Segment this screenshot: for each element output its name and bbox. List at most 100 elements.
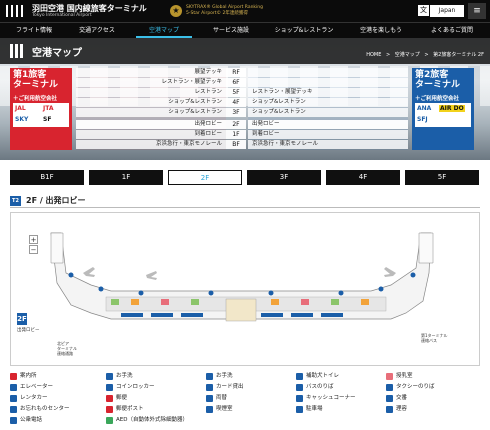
hero-title-bar: 空港マップ HOME > 空港マップ > 第2旅客ターミナル 2F bbox=[0, 38, 490, 64]
shop-block[interactable] bbox=[191, 299, 199, 305]
gate-marker[interactable] bbox=[208, 290, 214, 296]
hero-banner: 空港マップ HOME > 空港マップ > 第2旅客ターミナル 2F 第1旅客 タ… bbox=[0, 38, 490, 160]
shop-block[interactable] bbox=[271, 299, 279, 305]
checkin-counter[interactable] bbox=[321, 313, 343, 317]
floor-t1-label: レストラン bbox=[76, 88, 226, 97]
police-icon bbox=[386, 395, 393, 402]
gate-marker[interactable] bbox=[378, 286, 384, 292]
floor-row-4f[interactable]: ショップ&レストラン 4F ショップ&レストラン bbox=[76, 98, 408, 108]
jta-logo: JTA bbox=[43, 105, 54, 112]
shop-block[interactable] bbox=[131, 299, 139, 305]
lost-found-icon bbox=[10, 406, 17, 413]
aircraft-icon bbox=[384, 267, 396, 277]
zoom-out-button[interactable]: − bbox=[29, 245, 38, 254]
terminal-1-panel[interactable]: 第1旅客 ターミナル ＋ご利用航空会社 JAL JTA SKY SF bbox=[10, 68, 72, 150]
floor-indicator: 2F bbox=[17, 313, 27, 325]
elevator-icon bbox=[10, 384, 17, 391]
shop-block[interactable] bbox=[301, 299, 309, 305]
nav-item-flight-info[interactable]: フライト情報 bbox=[4, 23, 64, 39]
shop-block[interactable] bbox=[361, 299, 369, 305]
award-line-2: 5-Star Airport© 2年連続獲得 bbox=[186, 11, 248, 16]
floor-row-3f[interactable]: ショップ&レストラン 3F ショップ&レストラン bbox=[76, 108, 408, 118]
checkin-counter[interactable] bbox=[121, 313, 143, 317]
breadcrumb-airport-map[interactable]: 空港マップ bbox=[395, 52, 420, 58]
floor-t1-label: 展望デッキ bbox=[76, 68, 226, 77]
tab-b1f[interactable]: B1F bbox=[10, 170, 84, 185]
language-button[interactable]: Japan bbox=[430, 5, 464, 17]
info-icon bbox=[10, 373, 17, 380]
sfj-logo: SFJ bbox=[417, 116, 428, 123]
floor-row-5f[interactable]: レストラン 5F レストラン・展望デッキ bbox=[76, 88, 408, 98]
gate-marker[interactable] bbox=[410, 272, 416, 278]
map-label-shuttle: 第1ターミナル 連絡バス bbox=[421, 333, 448, 343]
parking-icon bbox=[296, 406, 303, 413]
map-label-north-pier: 北ピア ターミナル 連絡通路 bbox=[57, 341, 77, 356]
checkin-counter[interactable] bbox=[291, 313, 313, 317]
floor-row-2f[interactable]: 出発ロビー 2F 出発ロビー bbox=[76, 120, 408, 130]
floor-t2-label: 到着ロビー bbox=[248, 130, 408, 139]
section-header: T2 2F / 出発ロビー bbox=[10, 194, 480, 208]
floor-t2-label: レストラン・展望デッキ bbox=[248, 88, 408, 97]
floor-row-1f[interactable]: 到着ロビー 1F 到着ロビー bbox=[76, 130, 408, 140]
gate-marker[interactable] bbox=[138, 290, 144, 296]
floor-t2-label: 京浜急行・東京モノレール bbox=[248, 140, 408, 149]
nav-item-faq[interactable]: よくあるご質問 bbox=[418, 23, 486, 39]
aed-icon bbox=[106, 417, 113, 424]
floor-t2-label bbox=[248, 78, 408, 87]
shop-block[interactable] bbox=[331, 299, 339, 305]
zoom-in-button[interactable]: + bbox=[29, 235, 38, 244]
tab-2f[interactable]: 2F bbox=[168, 170, 242, 185]
floor-list: 展望デッキ RF レストラン・展望デッキ 6F レストラン 5F レストラン・展… bbox=[76, 68, 408, 150]
nav-item-access[interactable]: 交通アクセス bbox=[64, 23, 130, 39]
exchange-icon bbox=[206, 395, 213, 402]
tab-4f[interactable]: 4F bbox=[326, 170, 400, 185]
terminal-2-panel[interactable]: 第2旅客 ターミナル ＋ご利用航空会社 ANA AIR DO SFJ bbox=[412, 68, 474, 150]
t1-title-line-1: 第1旅客 bbox=[13, 70, 47, 80]
t2-title-line-1: 第2旅客 bbox=[415, 70, 449, 80]
floor-code: 2F bbox=[226, 120, 246, 129]
bus-icon bbox=[296, 384, 303, 391]
checkin-counter[interactable] bbox=[181, 313, 203, 317]
toilet-icon bbox=[106, 373, 113, 380]
shop-block[interactable] bbox=[111, 299, 119, 305]
tab-5f[interactable]: 5F bbox=[405, 170, 479, 185]
floor-row-bf[interactable]: 京浜急行・東京モノレール BF 京浜急行・東京モノレール bbox=[76, 140, 408, 150]
ana-logo: ANA bbox=[417, 105, 432, 112]
floor-row-rf[interactable]: 展望デッキ RF bbox=[76, 68, 408, 78]
floor-t1-label: 出発ロビー bbox=[76, 120, 226, 129]
t1-title-line-2: ターミナル bbox=[13, 80, 59, 90]
nav-item-shops[interactable]: ショップ&レストラン bbox=[264, 23, 344, 39]
nav-item-enjoy[interactable]: 空港を楽しもう bbox=[344, 23, 418, 39]
award-star-icon: ★ bbox=[170, 5, 182, 17]
site-subtitle: Tokyo International Airport bbox=[32, 13, 92, 18]
tab-1f[interactable]: 1F bbox=[89, 170, 163, 185]
floor-tabs: B1F 1F 2F 3F 4F 5F bbox=[10, 170, 480, 185]
floor-code: BF bbox=[226, 140, 246, 149]
floor-row-6f[interactable]: レストラン・展望デッキ 6F bbox=[76, 78, 408, 88]
t1-airline-label: ＋ご利用航空会社 bbox=[13, 96, 58, 102]
tab-3f[interactable]: 3F bbox=[247, 170, 321, 185]
map-icon bbox=[10, 44, 26, 58]
locker-icon bbox=[106, 384, 113, 391]
site-logo-icon[interactable] bbox=[6, 3, 26, 19]
checkin-counter[interactable] bbox=[151, 313, 173, 317]
breadcrumb-home[interactable]: HOME bbox=[366, 52, 381, 58]
checkin-counter[interactable] bbox=[261, 313, 283, 317]
aircraft-icon bbox=[83, 267, 95, 277]
nav-item-services[interactable]: サービス施設 bbox=[198, 23, 264, 39]
language-icon[interactable]: 文 bbox=[418, 5, 429, 16]
shop-block[interactable] bbox=[161, 299, 169, 305]
gate-marker[interactable] bbox=[98, 286, 104, 292]
floor-code: 3F bbox=[226, 108, 246, 117]
nursing-icon bbox=[386, 373, 393, 380]
center-hall[interactable] bbox=[225, 298, 257, 322]
floor-map-drawing[interactable] bbox=[11, 213, 481, 367]
gate-marker[interactable] bbox=[338, 290, 344, 296]
nav-item-airport-map[interactable]: 空港マップ bbox=[130, 23, 198, 39]
pier-west bbox=[50, 232, 64, 264]
floor-t1-label: ショップ&レストラン bbox=[76, 108, 226, 117]
floor-map[interactable]: + − 2F 出発ロビー 北ピア ターミナル 連絡通路 第1ターミナル 連絡バス bbox=[10, 212, 480, 366]
gate-marker[interactable] bbox=[268, 290, 274, 296]
gate-marker[interactable] bbox=[68, 272, 74, 278]
menu-icon[interactable]: ≡ bbox=[468, 3, 486, 19]
